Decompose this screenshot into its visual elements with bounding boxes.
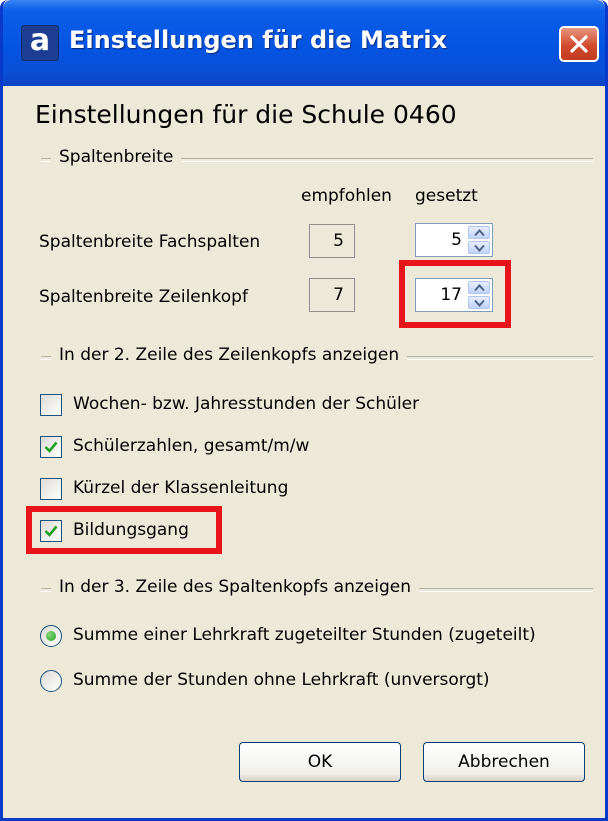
section-title-row-header: In der 2. Zeile des Zeilenkopfs anzeigen xyxy=(51,345,408,365)
close-x-icon xyxy=(570,35,588,53)
chevron-down-icon xyxy=(474,244,485,252)
app-icon: a xyxy=(21,25,59,61)
dialog-content: Einstellungen für die Schule 0460 Spalte… xyxy=(3,86,605,818)
window-title: Einstellungen für die Matrix xyxy=(69,26,448,54)
header-recommended: empfohlen xyxy=(301,186,392,206)
checkbox-student-counts[interactable] xyxy=(40,436,62,458)
header-set: gesetzt xyxy=(415,186,478,206)
radio-unassigned-hours[interactable] xyxy=(40,670,62,692)
stepper-value[interactable]: 5 xyxy=(451,224,462,256)
spin-up-button[interactable] xyxy=(468,226,490,239)
checkbox-label-weekly-hours[interactable]: Wochen- bzw. Jahresstunden der Schüler xyxy=(73,394,419,414)
ok-button[interactable]: OK xyxy=(239,742,401,782)
width-stepper-subject-columns[interactable]: 5 xyxy=(415,223,493,257)
cancel-button[interactable]: Abbrechen xyxy=(423,742,585,782)
radio-assigned-hours[interactable] xyxy=(40,625,62,647)
row-label-subject-columns: Spaltenbreite Fachspalten xyxy=(39,232,261,252)
recommended-value-row-header: 7 xyxy=(309,278,355,312)
page-title: Einstellungen für die Schule 0460 xyxy=(35,100,457,129)
radio-label-unassigned-hours[interactable]: Summe der Stunden ohne Lehrkraft (unvers… xyxy=(73,670,490,690)
checkbox-weekly-hours[interactable] xyxy=(40,394,62,416)
radio-label-assigned-hours[interactable]: Summe einer Lehrkraft zugeteilter Stunde… xyxy=(73,625,536,645)
chevron-up-icon xyxy=(474,229,485,237)
settings-dialog: a Einstellungen für die Matrix Einstellu… xyxy=(0,0,608,821)
close-button[interactable] xyxy=(559,26,599,62)
checkbox-class-teacher[interactable] xyxy=(40,478,62,500)
section-title-column-header: In der 3. Zeile des Spaltenkopfs anzeige… xyxy=(51,577,420,597)
checkmark-icon xyxy=(44,441,58,453)
row-label-row-header: Spaltenbreite Zeilenkopf xyxy=(39,287,248,307)
highlight-frame-stepper xyxy=(399,260,511,328)
recommended-value-subject-columns: 5 xyxy=(309,224,355,258)
title-bar[interactable]: a Einstellungen für die Matrix xyxy=(3,0,605,86)
checkbox-label-student-counts[interactable]: Schülerzahlen, gesamt/m/w xyxy=(73,436,309,456)
checkbox-label-class-teacher[interactable]: Kürzel der Klassenleitung xyxy=(73,478,288,498)
spin-down-button[interactable] xyxy=(468,241,490,254)
section-title-column-width: Spaltenbreite xyxy=(51,147,182,167)
highlight-frame-checkbox xyxy=(26,506,222,554)
radio-selected-dot xyxy=(46,631,56,641)
